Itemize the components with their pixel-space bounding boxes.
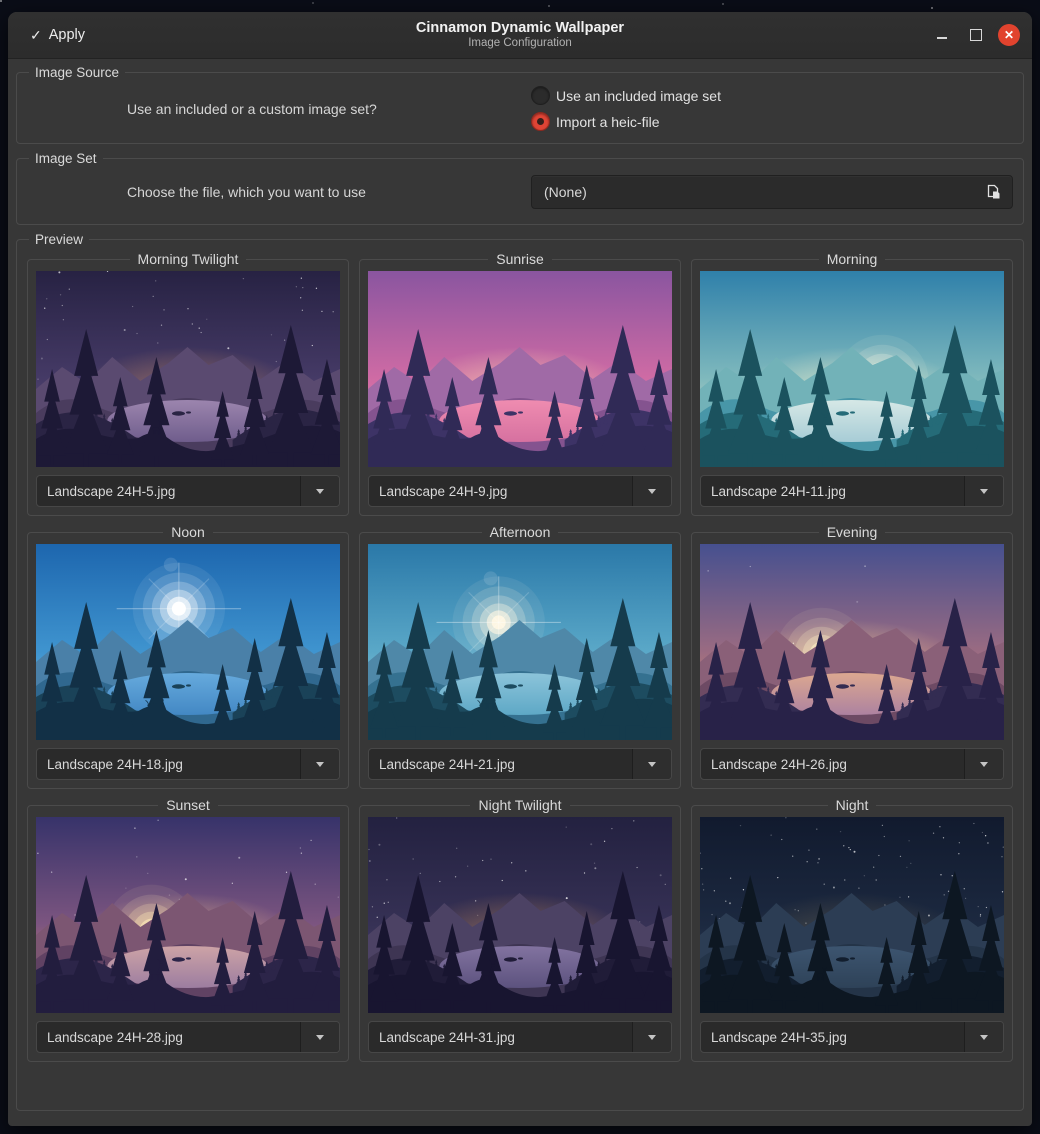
radio-option-label: Use an included image set: [556, 88, 721, 104]
image-source-section: Image Source Use an included or a custom…: [16, 65, 1024, 144]
preview-cell-sunrise: Sunrise Landscape 24H-9.jpg: [359, 251, 681, 516]
wallpaper-thumbnail: [368, 271, 672, 467]
wallpaper-thumbnail: [700, 817, 1004, 1013]
image-file-dropdown[interactable]: Landscape 24H-9.jpg: [368, 475, 672, 507]
preview-section: Preview Morning Twilight Landscape 24H-5…: [16, 232, 1024, 1111]
wallpaper-thumbnail: [368, 817, 672, 1013]
file-document-icon: [986, 184, 1002, 200]
image-set-section: Image Set Choose the file, which you wan…: [16, 151, 1024, 225]
chevron-down-icon[interactable]: [632, 476, 671, 506]
dropdown-selected-value: Landscape 24H-9.jpg: [369, 476, 632, 506]
preview-cell-title: Afternoon: [482, 524, 559, 540]
dropdown-selected-value: Landscape 24H-26.jpg: [701, 749, 964, 779]
wallpaper-thumbnail: [700, 271, 1004, 467]
minimize-button[interactable]: [930, 23, 954, 47]
maximize-button[interactable]: [964, 23, 988, 47]
window-content: Image Source Use an included or a custom…: [8, 59, 1032, 1126]
dropdown-selected-value: Landscape 24H-31.jpg: [369, 1022, 632, 1052]
preview-cell-title: Evening: [819, 524, 886, 540]
dropdown-selected-value: Landscape 24H-11.jpg: [701, 476, 964, 506]
chevron-down-icon[interactable]: [300, 749, 339, 779]
title-block: Cinnamon Dynamic Wallpaper Image Configu…: [416, 20, 624, 50]
image-file-dropdown[interactable]: Landscape 24H-21.jpg: [368, 748, 672, 780]
preview-cell-evening: Evening Landscape 24H-26.jpg: [691, 524, 1013, 789]
dropdown-selected-value: Landscape 24H-18.jpg: [37, 749, 300, 779]
chevron-down-icon[interactable]: [632, 749, 671, 779]
preview-cell-noon: Noon Landscape 24H-18.jpg: [27, 524, 349, 789]
image-source-question: Use an included or a custom image set?: [127, 101, 377, 117]
window-subtitle: Image Configuration: [416, 37, 624, 50]
chevron-down-icon[interactable]: [964, 749, 1003, 779]
chevron-down-icon[interactable]: [632, 1022, 671, 1052]
radio-button-icon[interactable]: [531, 86, 550, 105]
image-file-dropdown[interactable]: Landscape 24H-35.jpg: [700, 1021, 1004, 1053]
close-button[interactable]: ✕: [998, 24, 1020, 46]
image-set-label: Choose the file, which you want to use: [127, 184, 366, 200]
preview-cell-sunset: Sunset Landscape 24H-28.jpg: [27, 797, 349, 1062]
preview-cell-night-twilight: Night Twilight Landscape 24H-31.jpg: [359, 797, 681, 1062]
apply-button-label: Apply: [49, 27, 85, 43]
wallpaper-thumbnail: [36, 544, 340, 740]
window-title: Cinnamon Dynamic Wallpaper: [416, 20, 624, 37]
window-controls: ✕: [930, 23, 1020, 47]
preview-cell-title: Morning Twilight: [130, 251, 247, 267]
chevron-down-icon[interactable]: [300, 1022, 339, 1052]
radio-option-1[interactable]: Import a heic-file: [531, 112, 1013, 131]
radio-button-icon[interactable]: [531, 112, 550, 131]
maximize-icon: [970, 29, 982, 41]
preview-cell-title: Noon: [163, 524, 212, 540]
radio-option-0[interactable]: Use an included image set: [531, 86, 1013, 105]
preview-cell-title: Sunset: [158, 797, 218, 813]
image-source-options: Use an included image set Import a heic-f…: [531, 84, 1013, 133]
preview-cell-afternoon: Afternoon Landscape 24H-21.jpg: [359, 524, 681, 789]
file-chooser-value: (None): [544, 184, 986, 200]
preview-cell-morning-twilight: Morning Twilight Landscape 24H-5.jpg: [27, 251, 349, 516]
radio-option-label: Import a heic-file: [556, 114, 659, 130]
close-icon: ✕: [1004, 29, 1014, 41]
image-source-legend: Image Source: [29, 65, 125, 80]
dropdown-selected-value: Landscape 24H-5.jpg: [37, 476, 300, 506]
wallpaper-thumbnail: [36, 817, 340, 1013]
preview-cell-title: Morning: [819, 251, 886, 267]
preview-cell-morning: Morning Landscape 24H-11.jpg: [691, 251, 1013, 516]
file-chooser-button[interactable]: (None): [531, 175, 1013, 209]
image-file-dropdown[interactable]: Landscape 24H-31.jpg: [368, 1021, 672, 1053]
wallpaper-thumbnail: [368, 544, 672, 740]
preview-grid: Morning Twilight Landscape 24H-5.jpg Sun…: [27, 251, 1013, 1062]
image-file-dropdown[interactable]: Landscape 24H-26.jpg: [700, 748, 1004, 780]
preview-cell-title: Night Twilight: [470, 797, 569, 813]
titlebar[interactable]: ✓ Apply Cinnamon Dynamic Wallpaper Image…: [8, 12, 1032, 59]
chevron-down-icon[interactable]: [300, 476, 339, 506]
dropdown-selected-value: Landscape 24H-28.jpg: [37, 1022, 300, 1052]
image-file-dropdown[interactable]: Landscape 24H-28.jpg: [36, 1021, 340, 1053]
image-file-dropdown[interactable]: Landscape 24H-11.jpg: [700, 475, 1004, 507]
preview-legend: Preview: [29, 232, 89, 247]
wallpaper-thumbnail: [36, 271, 340, 467]
image-file-dropdown[interactable]: Landscape 24H-5.jpg: [36, 475, 340, 507]
dropdown-selected-value: Landscape 24H-35.jpg: [701, 1022, 964, 1052]
image-set-legend: Image Set: [29, 151, 103, 166]
chevron-down-icon[interactable]: [964, 476, 1003, 506]
image-file-dropdown[interactable]: Landscape 24H-18.jpg: [36, 748, 340, 780]
preview-cell-title: Night: [828, 797, 877, 813]
wallpaper-thumbnail: [700, 544, 1004, 740]
minimize-icon: [937, 37, 947, 39]
preview-cell-title: Sunrise: [488, 251, 551, 267]
app-window: ✓ Apply Cinnamon Dynamic Wallpaper Image…: [8, 12, 1032, 1126]
chevron-down-icon[interactable]: [964, 1022, 1003, 1052]
preview-cell-night: Night Landscape 24H-35.jpg: [691, 797, 1013, 1062]
check-icon: ✓: [30, 27, 42, 44]
apply-button[interactable]: ✓ Apply: [24, 23, 91, 48]
dropdown-selected-value: Landscape 24H-21.jpg: [369, 749, 632, 779]
